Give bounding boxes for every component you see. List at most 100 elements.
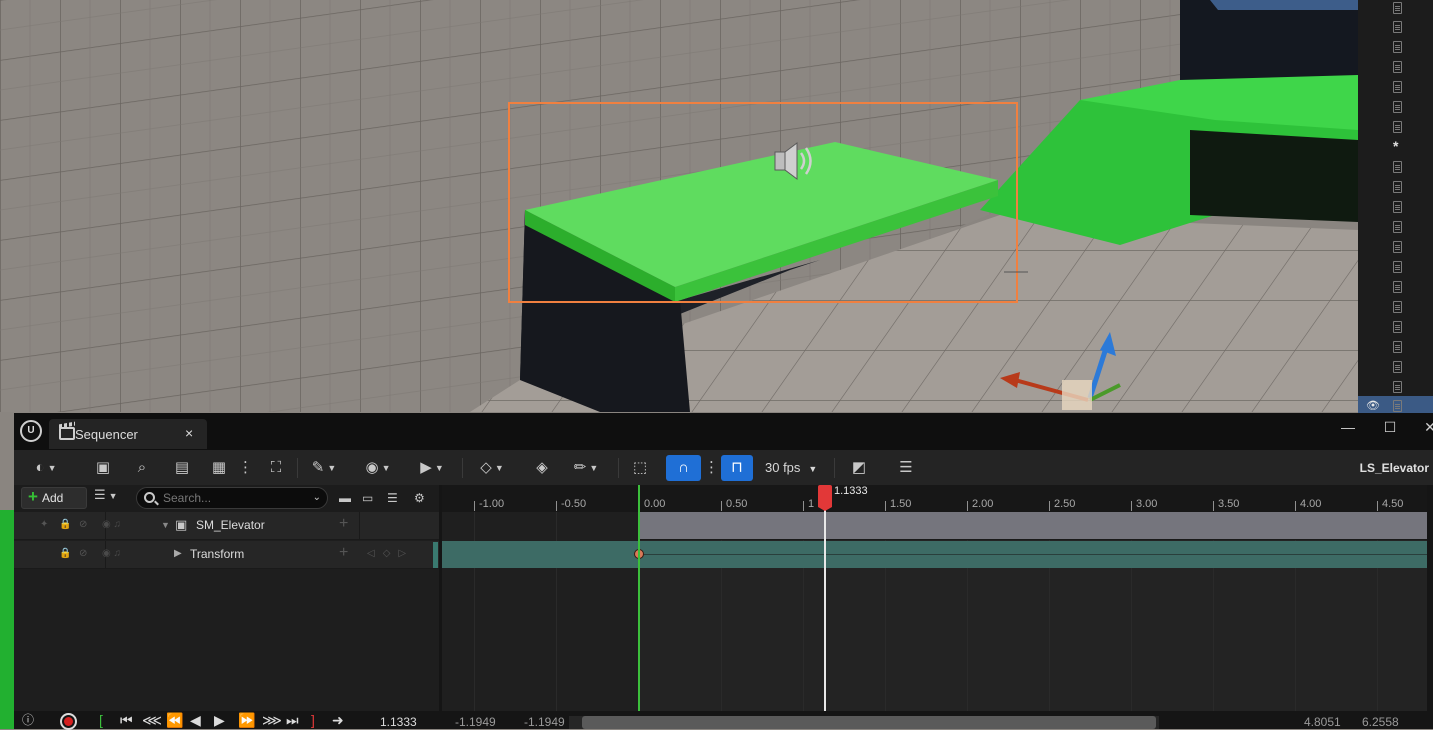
track-row-sm-elevator[interactable]: ✦ 🔒 ⊘ ◉ ♫ ▼ ▣ SM_Elevator + — [14, 512, 439, 540]
record-button[interactable] — [60, 713, 77, 730]
playhead-line[interactable] — [824, 499, 826, 711]
tab-close-button[interactable]: × — [185, 425, 193, 441]
outliner-row[interactable] — [1358, 117, 1433, 137]
range-end-icon[interactable]: ] — [311, 712, 315, 728]
key-navigation-icons[interactable]: ◁◇▷ — [367, 548, 414, 559]
playback-options-button[interactable]: ▶ ▼ — [414, 455, 450, 481]
outliner-row[interactable] — [1358, 377, 1433, 397]
current-time-field[interactable]: 1.1333 — [380, 715, 417, 729]
add-track-button[interactable]: + Add — [21, 487, 87, 509]
outliner-panel[interactable]: * 👁 — [1358, 0, 1433, 416]
world-menu-button[interactable]: ◐ ▼ — [28, 455, 64, 481]
outliner-row[interactable] — [1358, 97, 1433, 117]
range-start-icon[interactable]: [ — [99, 712, 103, 728]
jump-to-start-icon[interactable]: ⏮ — [120, 712, 133, 728]
maximize-button[interactable]: ☐ — [1380, 419, 1400, 436]
view-start-time[interactable]: -1.1949 — [455, 715, 496, 729]
edit-mode-button[interactable]: ✏ ▼ — [568, 455, 604, 481]
actions-button[interactable]: ⛶ — [264, 455, 288, 481]
playback-start-marker[interactable] — [638, 485, 640, 711]
snap-to-frame-toggle[interactable]: ⊓ — [721, 455, 753, 481]
key-menu-button[interactable]: ◇ ▼ — [474, 455, 510, 481]
add-subtrack-button[interactable]: + — [339, 515, 348, 533]
curve-editor-button[interactable]: ◩ — [847, 455, 871, 481]
lock-icon[interactable]: 🔒 — [59, 548, 71, 559]
visibility-icon[interactable]: ◉ ♫ — [102, 548, 142, 559]
prev-key-icon[interactable]: ⋘ — [142, 712, 162, 728]
outliner-row[interactable] — [1358, 257, 1433, 277]
disable-icon[interactable]: ⊘ — [79, 519, 87, 530]
visibility-icon[interactable]: ◉ ♫ — [102, 519, 142, 530]
snapping-options-button[interactable]: ⋮ — [704, 455, 719, 481]
track-row-transform[interactable]: 🔒 ⊘ ◉ ♫ ▶ Transform + ◁◇▷ — [14, 541, 439, 569]
document-icon — [1393, 81, 1402, 93]
level-viewport[interactable] — [0, 0, 1358, 412]
view-options-button[interactable]: ◉ ▼ — [360, 455, 396, 481]
viewport-scene — [0, 0, 1358, 412]
outliner-row[interactable] — [1358, 0, 1433, 18]
ruler-tick — [556, 501, 557, 511]
jump-to-end-icon[interactable]: ⏭ — [286, 712, 299, 728]
next-frame-icon[interactable]: ⏩ — [238, 712, 255, 728]
key-interpolation-button[interactable]: ◈ — [531, 455, 553, 481]
outliner-row[interactable] — [1358, 357, 1433, 377]
more-options-button[interactable]: ⋮ — [238, 455, 253, 481]
playhead-handle[interactable] — [818, 485, 832, 511]
snapping-toggle[interactable]: ∩ — [666, 455, 701, 481]
outliner-row[interactable] — [1358, 277, 1433, 297]
time-ruler[interactable]: -1.00 -0.50 0.00 0.50 1 1.50 2.00 2.50 3… — [442, 485, 1427, 512]
close-window-button[interactable]: ✕ — [1420, 419, 1433, 436]
timeline-area[interactable]: -1.00 -0.50 0.00 0.50 1 1.50 2.00 2.50 3… — [442, 485, 1433, 711]
filter-button[interactable]: ☰ ▼ — [94, 487, 118, 503]
outliner-row[interactable]: * — [1358, 137, 1433, 157]
expand-arrow-icon[interactable]: ▼ — [161, 520, 170, 530]
sequencer-tabbar: U Sequencer × — ☐ ✕ — [14, 413, 1433, 450]
outliner-row[interactable] — [1358, 217, 1433, 237]
transform-section[interactable] — [442, 541, 1427, 568]
collapse-icon[interactable]: ▬ — [339, 491, 352, 505]
settings-menu-button[interactable]: ✎ ▼ — [306, 455, 342, 481]
outliner-row[interactable] — [1358, 157, 1433, 177]
gear-icon[interactable]: ⚙ — [414, 491, 427, 505]
save-button[interactable]: ▣ — [92, 455, 114, 481]
tab-sequencer[interactable]: Sequencer × — [49, 419, 207, 449]
outliner-row[interactable] — [1358, 337, 1433, 357]
info-icon[interactable]: ⓘ — [22, 712, 34, 728]
play-icon[interactable]: ▶ — [214, 712, 225, 728]
outliner-row[interactable] — [1358, 317, 1433, 337]
pin-icon[interactable]: ✦ — [40, 519, 48, 530]
outliner-row[interactable] — [1358, 237, 1433, 257]
outliner-row[interactable] — [1358, 37, 1433, 57]
expand-icon[interactable]: ▭ — [362, 491, 375, 505]
track-filter-button[interactable]: ☰ — [894, 455, 918, 481]
minimize-button[interactable]: — — [1338, 419, 1358, 435]
prev-frame-icon[interactable]: ⏪ — [166, 712, 183, 728]
view-end-time-2[interactable]: 6.2558 — [1362, 715, 1399, 729]
outliner-row[interactable] — [1358, 177, 1433, 197]
outliner-row[interactable] — [1358, 77, 1433, 97]
next-key-icon[interactable]: ⋙ — [262, 712, 282, 728]
expand-arrow-icon[interactable]: ▶ — [174, 548, 182, 559]
outliner-row[interactable] — [1358, 57, 1433, 77]
visibility-eye-icon[interactable]: 👁 — [1366, 399, 1380, 412]
view-end-time[interactable]: 4.8051 — [1304, 715, 1341, 729]
create-camera-button[interactable]: ▤ — [170, 455, 194, 481]
find-asset-button[interactable]: ⌕ — [130, 455, 154, 481]
disable-icon[interactable]: ⊘ — [79, 548, 87, 559]
add-key-button[interactable]: + — [339, 544, 348, 562]
render-movie-button[interactable]: ▦ — [207, 455, 231, 481]
fps-selector[interactable]: 30 fps ▼ — [765, 455, 817, 481]
track-search-input[interactable]: Search... ⌄ — [136, 487, 328, 509]
sm-elevator-section[interactable] — [639, 512, 1427, 540]
play-reverse-icon[interactable]: ◀ — [190, 712, 201, 728]
list-view-icon[interactable]: ☰ — [387, 491, 400, 505]
outliner-row[interactable] — [1358, 297, 1433, 317]
loop-icon[interactable]: ➜ — [332, 712, 344, 728]
selection-mode-button[interactable]: ⬚ — [628, 455, 652, 481]
lock-icon[interactable]: 🔒 — [59, 519, 71, 530]
view-start-time-2[interactable]: -1.1949 — [524, 715, 565, 729]
outliner-row[interactable] — [1358, 17, 1433, 37]
timeline-scrollbar-thumb[interactable] — [582, 716, 1156, 729]
vertical-scrollbar[interactable] — [1427, 485, 1433, 711]
outliner-row[interactable] — [1358, 197, 1433, 217]
